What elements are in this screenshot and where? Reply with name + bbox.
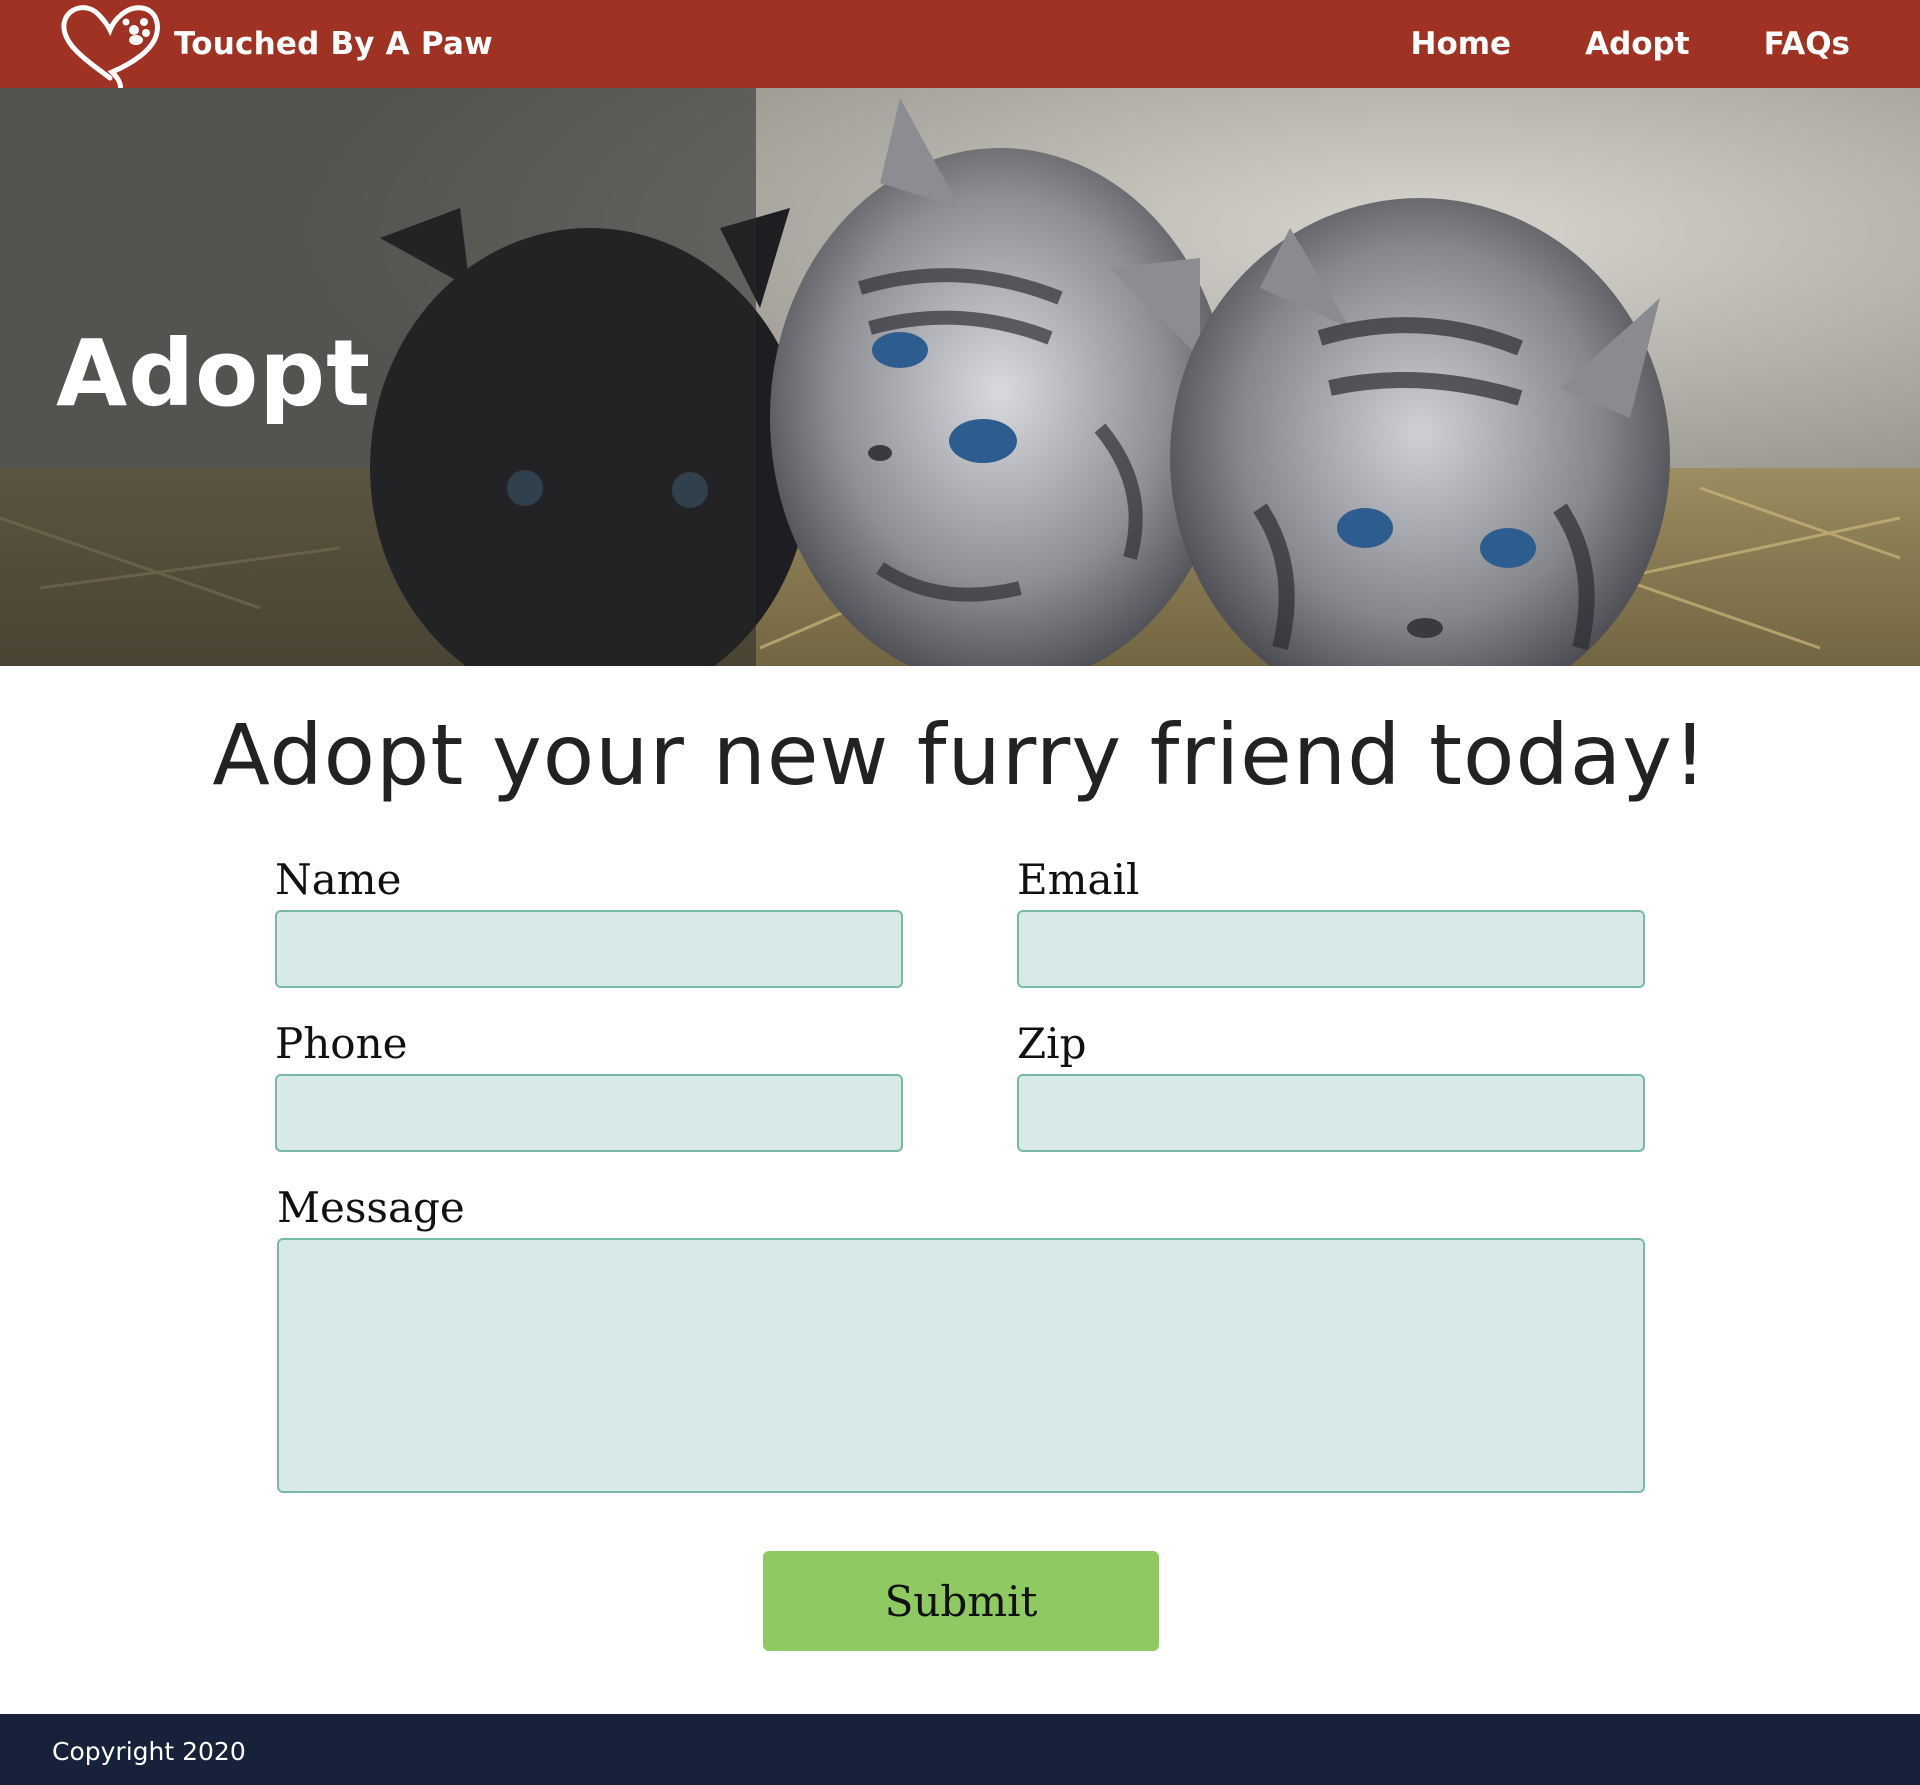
nav-links: Home Adopt FAQs (1411, 0, 1851, 88)
brand-name: Touched By A Paw (174, 26, 493, 62)
nav-link-home[interactable]: Home (1411, 26, 1512, 62)
hero-title: Adopt (56, 320, 372, 427)
email-label: Email (1017, 855, 1140, 904)
page-headline: Adopt your new furry friend today! (212, 706, 1708, 804)
brand[interactable]: Touched By A Paw (56, 0, 493, 90)
message-label: Message (277, 1183, 465, 1232)
message-textarea[interactable] (277, 1238, 1645, 1493)
email-field[interactable] (1017, 910, 1645, 988)
nav-link-faqs[interactable]: FAQs (1764, 26, 1850, 62)
top-nav: Touched By A Paw Home Adopt FAQs (0, 0, 1920, 90)
submit-button[interactable]: Submit (763, 1551, 1159, 1651)
phone-label: Phone (275, 1019, 408, 1068)
name-label: Name (275, 855, 402, 904)
footer: Copyright 2020 (0, 1714, 1920, 1785)
zip-field[interactable] (1017, 1074, 1645, 1152)
copyright-text: Copyright 2020 (52, 1737, 246, 1766)
nav-link-adopt[interactable]: Adopt (1585, 26, 1690, 62)
hero-banner: Adopt (0, 88, 1920, 666)
name-field[interactable] (275, 910, 903, 988)
phone-field[interactable] (275, 1074, 903, 1152)
heart-paw-logo-icon (61, 5, 160, 90)
zip-label: Zip (1017, 1019, 1087, 1068)
